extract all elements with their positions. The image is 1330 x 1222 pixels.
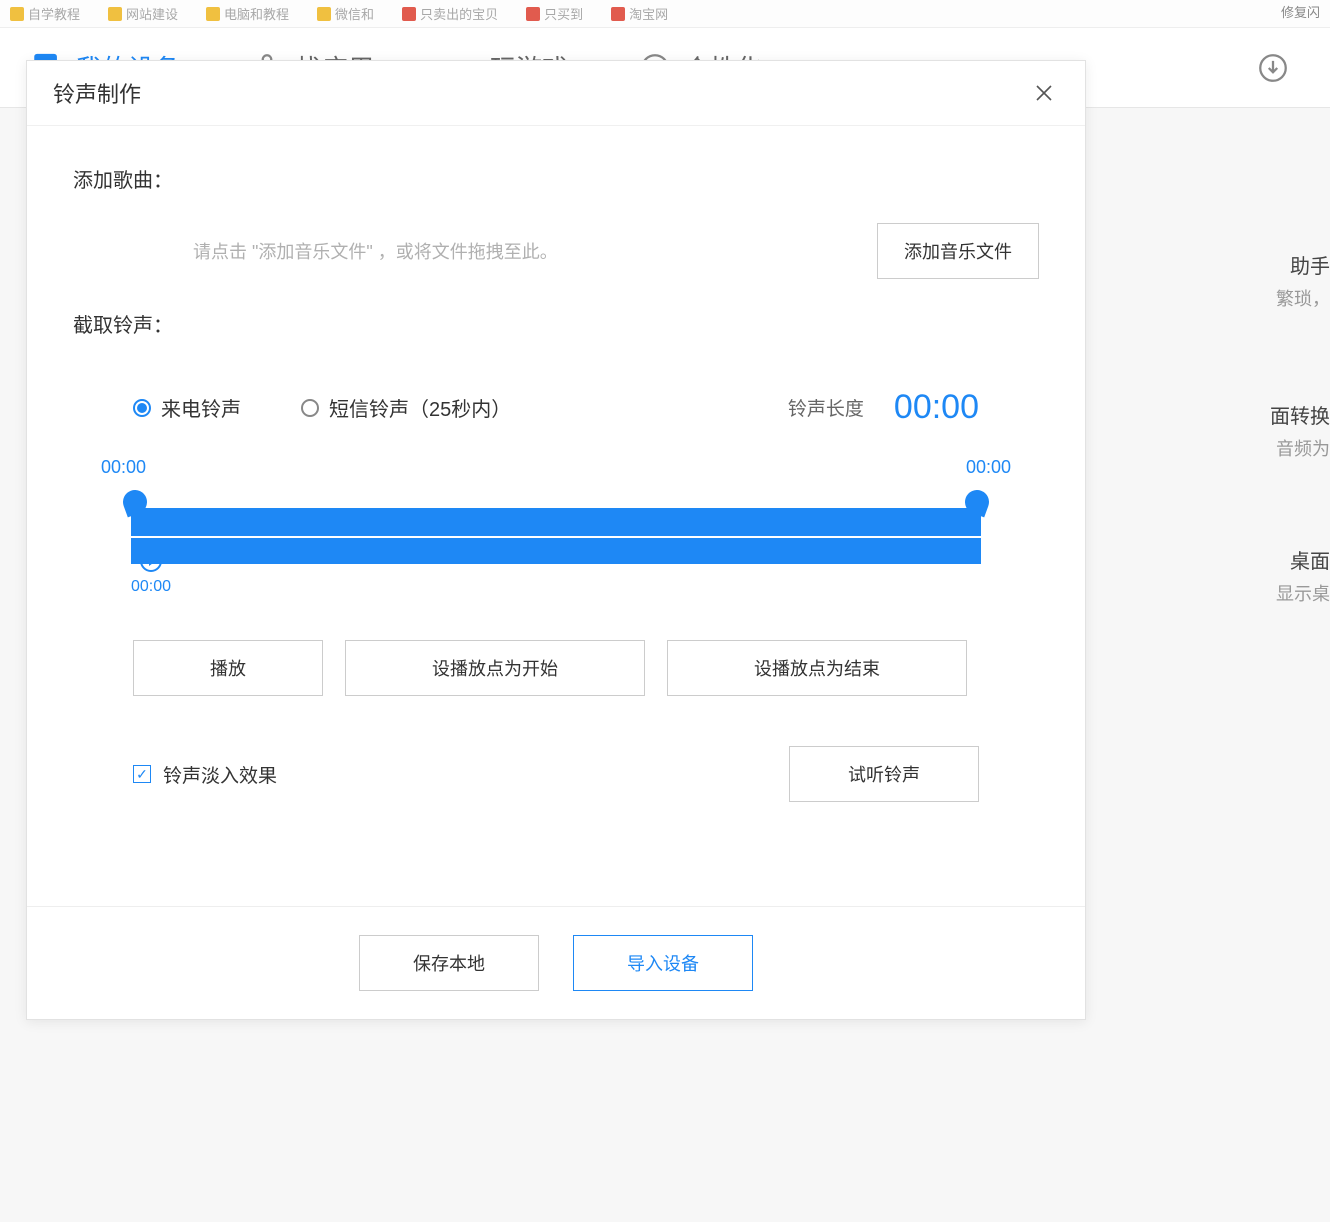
play-circle-icon [140, 550, 162, 572]
add-song-label: 添加歌曲： [73, 164, 1039, 193]
radio-label: 来电铃声 [161, 393, 241, 422]
modal-title: 铃声制作 [53, 77, 141, 109]
ringtone-modal: 铃声制作 添加歌曲： 请点击 "添加音乐文件" ，或将文件拖拽至此。 添加音乐文… [26, 60, 1086, 1020]
modal-footer: 保存本地 导入设备 [27, 906, 1085, 1019]
bg-text: 繁琐， [1276, 285, 1330, 311]
close-icon[interactable] [1029, 78, 1059, 108]
playhead-time: 00:00 [131, 578, 171, 596]
drop-hint: 请点击 "添加音乐文件" ，或将文件拖拽至此。 [73, 238, 558, 264]
waveform-track[interactable] [131, 508, 981, 564]
bookmark-item[interactable]: 只卖出的宝贝 [402, 4, 498, 23]
bg-text: 助手 [1290, 250, 1330, 279]
radio-dot-icon [133, 399, 151, 417]
radio-sms-ringtone[interactable]: 短信铃声（25秒内） [301, 393, 511, 422]
bg-text: 显示桌 [1276, 580, 1330, 606]
tab-download[interactable] [1256, 51, 1290, 85]
play-button[interactable]: 播放 [133, 640, 323, 696]
waveform-editor: 00:00 00:00 00:00 [73, 457, 1039, 594]
wave-start-time: 00:00 [101, 457, 146, 478]
ringtone-length-value: 00:00 [894, 388, 979, 427]
download-icon [1256, 51, 1290, 85]
preview-ringtone-button[interactable]: 试听铃声 [789, 746, 979, 802]
radio-call-ringtone[interactable]: 来电铃声 [133, 393, 241, 422]
import-device-button[interactable]: 导入设备 [573, 935, 753, 991]
repair-util[interactable]: 修复闪 [1281, 2, 1320, 21]
bookmark-item[interactable]: 网站建设 [108, 4, 178, 23]
ringtone-length-label: 铃声长度 [788, 394, 864, 421]
radio-label: 短信铃声（25秒内） [329, 393, 511, 422]
save-local-button[interactable]: 保存本地 [359, 935, 539, 991]
bookmark-item[interactable]: 淘宝网 [611, 4, 668, 23]
playhead-marker[interactable]: 00:00 [131, 550, 171, 596]
bg-text: 音频为 [1276, 435, 1330, 461]
set-start-point-button[interactable]: 设播放点为开始 [345, 640, 645, 696]
modal-body: 添加歌曲： 请点击 "添加音乐文件" ，或将文件拖拽至此。 添加音乐文件 截取铃… [27, 125, 1085, 906]
bg-text: 桌面 [1290, 545, 1330, 574]
radio-dot-icon [301, 399, 319, 417]
bookmark-item[interactable]: 微信和 [317, 4, 374, 23]
bookmarks-bar: 自学教程 网站建设 电脑和教程 微信和 只卖出的宝贝 只买到 淘宝网 [0, 0, 1330, 28]
bookmark-item[interactable]: 只买到 [526, 4, 583, 23]
bg-text: 面转换 [1270, 400, 1330, 429]
wave-end-time: 00:00 [966, 457, 1011, 478]
bookmark-item[interactable]: 自学教程 [10, 4, 80, 23]
add-music-file-button[interactable]: 添加音乐文件 [877, 223, 1039, 279]
bookmark-item[interactable]: 电脑和教程 [206, 4, 289, 23]
cut-ringtone-label: 截取铃声： [73, 309, 1039, 338]
fade-in-checkbox[interactable] [133, 765, 151, 783]
modal-header: 铃声制作 [27, 61, 1085, 125]
set-end-point-button[interactable]: 设播放点为结束 [667, 640, 967, 696]
fade-in-label: 铃声淡入效果 [163, 761, 277, 788]
